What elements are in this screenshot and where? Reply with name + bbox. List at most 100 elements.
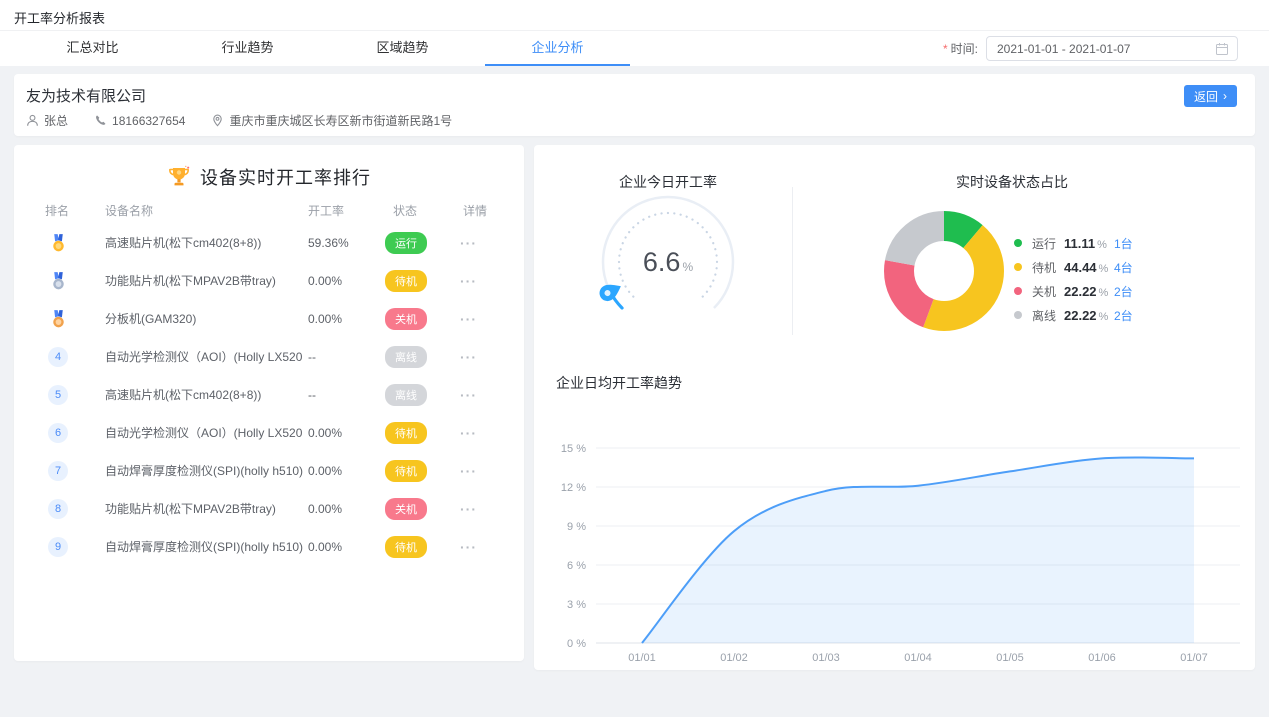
device-name: 自动焊膏厚度检测仪(SPI)(holly h510) (105, 452, 303, 490)
calendar-icon (1215, 42, 1229, 56)
legend-dot (1014, 239, 1022, 247)
rank-cell: 4 (38, 338, 78, 376)
svg-text:3 %: 3 % (567, 599, 586, 611)
legend-label: 运行 (1032, 235, 1064, 252)
company-address: 重庆市重庆城区长寿区新市街道新民路1号 (229, 112, 452, 129)
status-badge: 离线 (385, 384, 427, 406)
page-title: 开工率分析报表 (14, 8, 105, 27)
company-name: 友为技术有限公司 (26, 85, 146, 106)
legend-item-run[interactable]: 运行 11.11% 1台 (1014, 231, 1234, 255)
donut-title: 实时设备状态占比 (892, 172, 1132, 192)
gauge-number: 6.6 (643, 247, 681, 278)
device-name: 自动焊膏厚度检测仪(SPI)(holly h510) (105, 528, 303, 566)
status-badge: 待机 (385, 270, 427, 292)
status-badge: 离线 (385, 346, 427, 368)
trophy-icon (167, 165, 191, 189)
rank-cell: 5 (38, 376, 78, 414)
svg-text:01/01: 01/01 (628, 652, 656, 664)
device-name: 功能贴片机(松下MPAV2B带tray) (105, 262, 303, 300)
device-rate: 0.00% (308, 300, 342, 338)
legend-unit: % (1099, 263, 1109, 275)
legend-value: 11.11 (1064, 236, 1095, 251)
row-detail-menu[interactable]: ··· (460, 452, 477, 490)
legend-count[interactable]: 1台 (1114, 235, 1133, 252)
company-info-bar: 友为技术有限公司 张总 18166327654 重庆市重庆城区长寿区新市街道新民… (14, 74, 1255, 136)
device-rate: 0.00% (308, 262, 342, 300)
legend-count[interactable]: 4台 (1114, 259, 1133, 276)
tab-bar: 汇总对比 行业趋势 区域趋势 企业分析 (15, 31, 635, 66)
row-detail-menu[interactable]: ··· (460, 262, 477, 300)
device-rate: 0.00% (308, 528, 342, 566)
back-button[interactable]: 返回 › (1184, 85, 1237, 107)
rank-number: 5 (48, 385, 68, 405)
device-rate: 59.36% (308, 224, 349, 262)
svg-text:0 %: 0 % (567, 638, 586, 650)
svg-text:01/06: 01/06 (1088, 652, 1116, 664)
svg-text:12 %: 12 % (561, 482, 586, 494)
col-device-name: 设备名称 (105, 202, 153, 219)
ranking-title: 设备实时开工率排行 (200, 164, 371, 190)
row-detail-menu[interactable]: ··· (460, 224, 477, 262)
tab-summary-compare[interactable]: 汇总对比 (15, 31, 170, 66)
required-mark: * (943, 42, 948, 56)
table-row: 5 高速贴片机(松下cm402(8+8)) -- 离线 ··· (14, 376, 524, 414)
svg-text:15 %: 15 % (561, 443, 586, 455)
tab-enterprise-analysis[interactable]: 企业分析 (480, 31, 635, 66)
row-detail-menu[interactable]: ··· (460, 414, 477, 452)
legend-item-off[interactable]: 关机 22.22% 2台 (1014, 279, 1234, 303)
rank-cell: 7 (38, 452, 78, 490)
donut-legend: 运行 11.11% 1台 待机 44.44% 4台 关机 22.22% 2台 离… (1014, 231, 1234, 327)
gold-medal-icon (50, 234, 67, 253)
device-name: 分板机(GAM320) (105, 300, 303, 338)
table-row: 9 自动焊膏厚度检测仪(SPI)(holly h510) 0.00% 待机 ··… (14, 528, 524, 566)
legend-dot (1014, 287, 1022, 295)
back-button-label: 返回 (1194, 88, 1218, 105)
row-detail-menu[interactable]: ··· (460, 528, 477, 566)
device-name: 自动光学检测仪（AOI）(Holly LX520iL) (105, 338, 303, 376)
legend-count[interactable]: 2台 (1114, 307, 1133, 324)
row-detail-menu[interactable]: ··· (460, 490, 477, 528)
table-row: 功能贴片机(松下MPAV2B带tray) 0.00% 待机 ··· (14, 262, 524, 300)
top-bar: 开工率分析报表 汇总对比 行业趋势 区域趋势 企业分析 * 时间: 2021-0… (0, 0, 1269, 66)
date-range-input[interactable]: 2021-01-01 - 2021-01-07 (986, 36, 1238, 61)
charts-card: 企业今日开工率 实时设备状态占比 6.6 % 运行 11.11% 1台 待机 4… (534, 145, 1255, 670)
row-detail-menu[interactable]: ··· (460, 338, 477, 376)
chevron-right-icon: › (1223, 90, 1227, 102)
status-badge: 关机 (385, 498, 427, 520)
legend-unit: % (1099, 311, 1109, 323)
table-row: 6 自动光学检测仪（AOI）(Holly LX520iL) 0.00% 待机 ·… (14, 414, 524, 452)
svg-text:9 %: 9 % (567, 521, 586, 533)
vertical-divider (792, 187, 793, 335)
rank-number: 8 (48, 499, 68, 519)
row-detail-menu[interactable]: ··· (460, 376, 477, 414)
row-detail-menu[interactable]: ··· (460, 300, 477, 338)
legend-count[interactable]: 2台 (1114, 283, 1133, 300)
ranking-header: 设备实时开工率排行 (14, 145, 524, 190)
legend-item-standby[interactable]: 待机 44.44% 4台 (1014, 255, 1234, 279)
legend-value: 44.44 (1064, 260, 1097, 275)
device-rate: 0.00% (308, 452, 342, 490)
legend-dot (1014, 311, 1022, 319)
time-filter: * 时间: 2021-01-01 - 2021-01-07 (943, 36, 1238, 61)
donut-chart (874, 201, 1014, 341)
device-name: 自动光学检测仪（AOI）(Holly LX520iL) (105, 414, 303, 452)
device-status-donut (874, 201, 1014, 341)
status-badge: 待机 (385, 536, 427, 558)
col-status: 状态 (393, 202, 417, 219)
col-detail: 详情 (463, 202, 487, 219)
legend-value: 22.22 (1064, 284, 1097, 299)
tab-region-trend[interactable]: 区域趋势 (325, 31, 480, 66)
date-range-value: 2021-01-01 - 2021-01-07 (997, 42, 1130, 56)
legend-item-offline[interactable]: 离线 22.22% 2台 (1014, 303, 1234, 327)
today-rate-gauge: 6.6 % (588, 182, 748, 342)
status-badge: 待机 (385, 460, 427, 482)
status-badge: 关机 (385, 308, 427, 330)
col-rank: 排名 (45, 202, 69, 219)
svg-text:01/02: 01/02 (720, 652, 748, 664)
svg-text:01/03: 01/03 (812, 652, 840, 664)
trend-title: 企业日均开工率趋势 (556, 373, 682, 393)
tab-industry-trend[interactable]: 行业趋势 (170, 31, 325, 66)
device-rate: -- (308, 376, 316, 414)
daily-rate-trend: 0 %3 %6 %9 %12 %15 %01/0101/0201/0301/04… (554, 423, 1244, 667)
bronze-medal-icon (50, 310, 67, 329)
